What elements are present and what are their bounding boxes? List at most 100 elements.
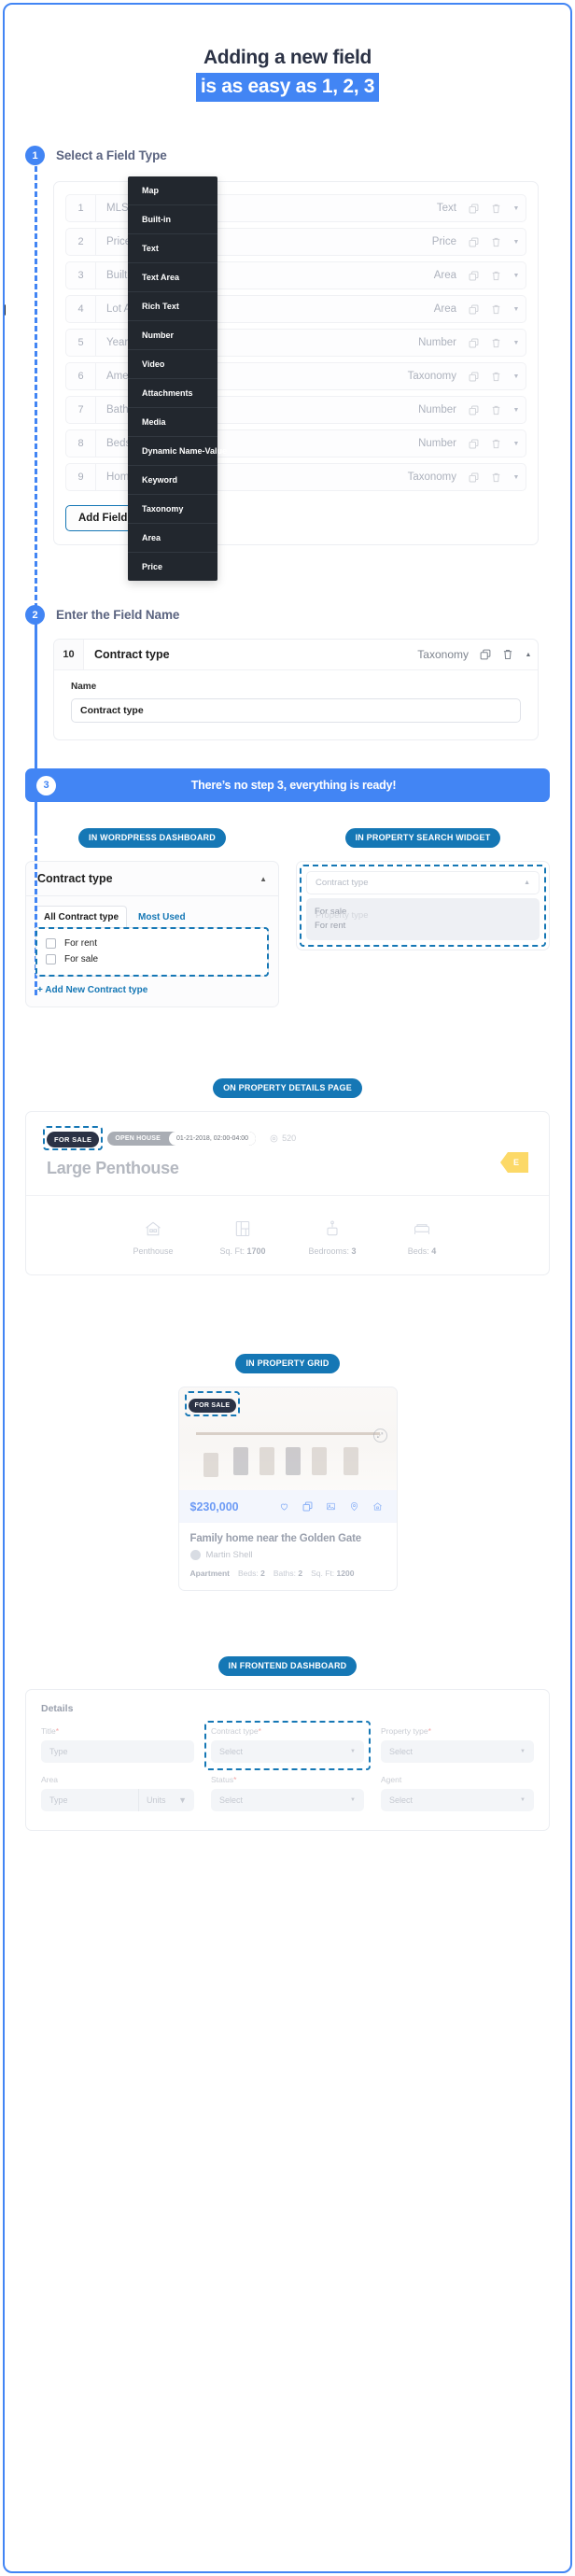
title-input[interactable]: Type <box>41 1740 194 1763</box>
property-details-top: FOR SALE OPEN HOUSE 01-21-2018, 02:00-04… <box>26 1112 549 1196</box>
property-type-select[interactable]: Select ▼ <box>381 1740 534 1763</box>
checkbox[interactable] <box>46 938 56 949</box>
decor-stool <box>232 1447 248 1475</box>
chevron-up-icon[interactable]: ▲ <box>259 875 267 883</box>
row-number: 9 <box>66 464 96 490</box>
duplicate-icon[interactable] <box>462 237 484 247</box>
heart-icon[interactable] <box>276 1499 292 1514</box>
chevron-down-icon[interactable]: ▼ <box>507 441 526 447</box>
duplicate-icon[interactable] <box>462 472 484 483</box>
dropdown-item-price[interactable]: Price <box>128 553 217 581</box>
duplicate-icon[interactable] <box>462 338 484 348</box>
wordpress-card-header[interactable]: Contract type ▲ <box>26 862 278 896</box>
contract-type-select[interactable]: Contract type ▲ <box>306 871 540 894</box>
add-new-term-link[interactable]: + Add New Contract type <box>35 985 269 995</box>
name-label: Name <box>71 682 97 692</box>
area-input[interactable]: Type <box>41 1789 138 1811</box>
duplicate-icon[interactable] <box>462 271 484 281</box>
checkbox[interactable] <box>46 954 56 964</box>
pill-wrap-grid: IN PROPERTY GRID <box>5 1354 570 1373</box>
row-number: 2 <box>66 229 96 255</box>
meta-beds: Beds: 2 <box>238 1569 265 1578</box>
field-type-dropdown[interactable]: Map Built-in Text Text Area Rich Text Nu… <box>128 176 227 581</box>
property-details-card: FOR SALE OPEN HOUSE 01-21-2018, 02:00-04… <box>25 1111 550 1275</box>
field-agent: Agent Select ▼ <box>381 1775 534 1811</box>
list-item[interactable]: For rent <box>44 936 260 951</box>
duplicate-icon[interactable] <box>462 405 484 415</box>
chevron-down-icon: ▼ <box>520 1797 526 1803</box>
required-mark: * <box>258 1726 261 1736</box>
dropdown-item-text-area[interactable]: Text Area <box>128 263 217 292</box>
chevron-up-icon[interactable]: ▲ <box>519 652 538 658</box>
chevron-down-icon[interactable]: ▼ <box>507 373 526 380</box>
delete-icon[interactable] <box>484 271 507 281</box>
bedroom-icon <box>302 1217 363 1241</box>
decor-stool <box>203 1453 218 1477</box>
chevron-down-icon[interactable]: ▼ <box>507 205 526 212</box>
delete-icon[interactable] <box>484 204 507 214</box>
dropdown-item-attachments[interactable]: Attachments <box>128 379 217 408</box>
contract-type-select[interactable]: Select ▼ <box>211 1740 364 1763</box>
dropdown-item-taxonomy[interactable]: Taxonomy <box>128 495 217 524</box>
chevron-up-icon: ▲ <box>524 880 530 886</box>
dropdown-item-rich-text[interactable]: Rich Text <box>128 292 217 321</box>
property-grid-title[interactable]: Family home near the Golden Gate <box>190 1533 386 1544</box>
property-stats: Penthouse Sq. Ft: 1700 Bedrooms: 3 Beds:… <box>26 1196 549 1274</box>
name-input[interactable]: Contract type <box>71 698 521 723</box>
dropdown-arrow-icon <box>5 304 6 316</box>
property-title: Large Penthouse <box>47 1159 179 1177</box>
chevron-down-icon[interactable]: ▼ <box>507 407 526 414</box>
house-icon <box>122 1217 184 1241</box>
chevron-down-icon[interactable]: ▼ <box>507 340 526 346</box>
pill-wrap-frontend: IN FRONTEND DASHBOARD <box>5 1656 570 1676</box>
delete-icon[interactable] <box>484 304 507 315</box>
chevron-down-icon[interactable]: ▼ <box>507 273 526 279</box>
row-field-type: Number <box>418 404 456 415</box>
required-mark: * <box>233 1775 237 1784</box>
delete-icon[interactable] <box>497 649 519 660</box>
floorplan-icon[interactable] <box>370 1499 386 1514</box>
dropdown-item-map[interactable]: Map <box>128 176 217 205</box>
frontend-field-row-1: Title* Type Contract type* Select ▼ Prope… <box>41 1721 534 1770</box>
pill-property-search-widget: IN PROPERTY SEARCH WIDGET <box>344 828 501 848</box>
duplicate-icon[interactable] <box>462 304 484 315</box>
map-pin-icon[interactable] <box>346 1499 362 1514</box>
option-for-rent[interactable]: For rent <box>315 919 531 933</box>
list-item[interactable]: For sale <box>44 951 260 967</box>
dropdown-item-text[interactable]: Text <box>128 234 217 263</box>
gallery-icon[interactable] <box>323 1499 339 1514</box>
delete-icon[interactable] <box>484 237 507 247</box>
chevron-down-icon[interactable]: ▼ <box>507 306 526 313</box>
dropdown-item-video[interactable]: Video <box>128 350 217 379</box>
duplicate-icon[interactable] <box>462 204 484 214</box>
row-number: 4 <box>66 296 96 322</box>
step-2-header: 2 Enter the Field Name <box>5 605 570 625</box>
duplicate-icon[interactable] <box>474 649 497 660</box>
field-edit-header[interactable]: 10 Contract type Taxonomy ▲ <box>54 640 538 670</box>
property-price: $230,000 <box>189 1499 239 1513</box>
duplicate-icon[interactable] <box>462 372 484 382</box>
dropdown-item-area[interactable]: Area <box>128 524 217 553</box>
chevron-down-icon[interactable]: ▼ <box>507 474 526 481</box>
dropdown-item-media[interactable]: Media <box>128 408 217 437</box>
chevron-down-icon[interactable]: ▼ <box>507 239 526 246</box>
field-edit-body: Name Contract type <box>54 670 538 739</box>
delete-icon[interactable] <box>484 405 507 415</box>
dropdown-item-number[interactable]: Number <box>128 321 217 350</box>
compare-icon[interactable] <box>300 1499 316 1514</box>
status-select[interactable]: Select ▼ <box>211 1789 364 1811</box>
expand-icon[interactable]: ⤢ <box>372 1429 387 1443</box>
dropdown-item-dynamic-name-value[interactable]: Dynamic Name-Value <box>128 437 227 466</box>
agent-select[interactable]: Select ▼ <box>381 1789 534 1811</box>
dropdown-item-keyword[interactable]: Keyword <box>128 466 217 495</box>
tab-most-used[interactable]: Most Used <box>127 907 193 927</box>
units-select[interactable]: Units ▼ <box>138 1789 194 1811</box>
delete-icon[interactable] <box>484 439 507 449</box>
duplicate-icon[interactable] <box>462 439 484 449</box>
delete-icon[interactable] <box>484 372 507 382</box>
delete-icon[interactable] <box>484 338 507 348</box>
delete-icon[interactable] <box>484 472 507 483</box>
tab-all-contract-type[interactable]: All Contract type <box>35 906 128 927</box>
dropdown-item-built-in[interactable]: Built-in <box>128 205 217 234</box>
ghost-property-type-label: Property type <box>316 910 369 921</box>
